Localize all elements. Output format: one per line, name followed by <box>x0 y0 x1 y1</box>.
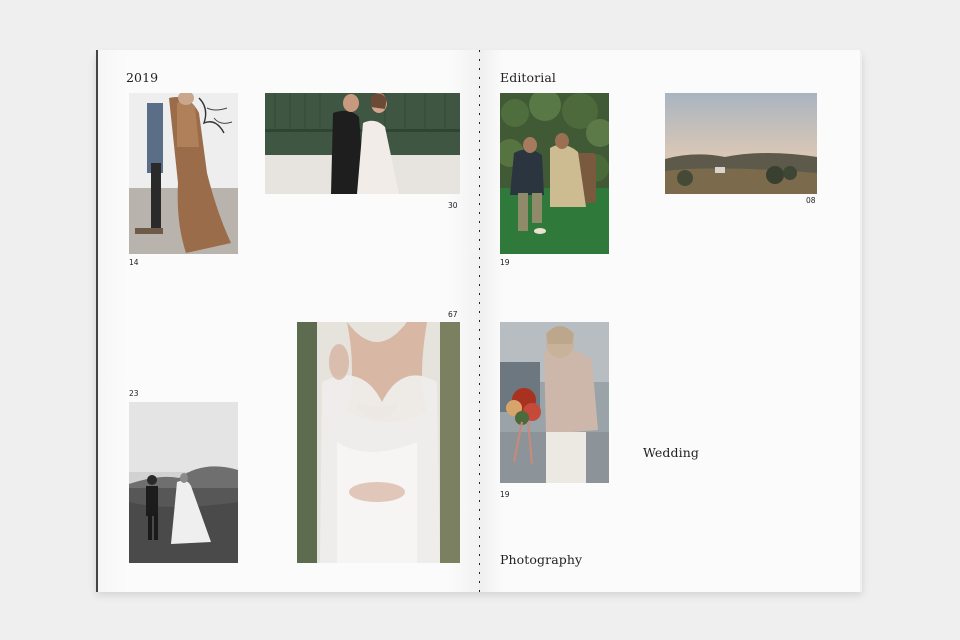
photo-number: 67 <box>448 310 458 319</box>
photo-number: 19 <box>500 490 510 499</box>
street-couple-photo <box>129 93 238 254</box>
bride-with-bouquet-photo <box>500 322 609 483</box>
wedding-couple-wall-photo <box>265 93 460 194</box>
left-page-header: 2019 <box>126 70 159 85</box>
photo-number: 19 <box>500 258 510 267</box>
right-page-header: Editorial <box>500 70 556 85</box>
photo-number: 14 <box>129 258 139 267</box>
bw-couple-hills-photo <box>129 402 238 563</box>
bride-veil-photo <box>297 322 460 563</box>
photo-number: 08 <box>806 196 816 205</box>
couple-on-grass-photo <box>500 93 609 254</box>
photo-number: 30 <box>448 201 458 210</box>
landscape-sunset-photo <box>665 93 817 194</box>
photo-number: 23 <box>129 389 139 398</box>
wedding-label: Wedding <box>643 445 699 460</box>
binding-spine <box>478 50 481 592</box>
photography-label: Photography <box>500 552 583 567</box>
